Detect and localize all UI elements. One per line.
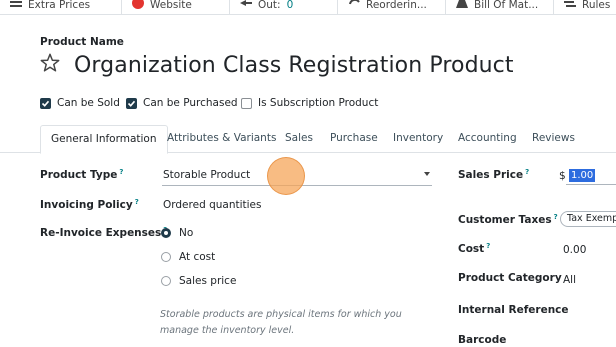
rules-icon xyxy=(564,0,576,10)
radio-option-at-cost[interactable]: At cost xyxy=(161,251,215,263)
smart-button-label: Reorderin... xyxy=(366,0,427,11)
smart-button-value: 0 xyxy=(286,0,294,11)
product-category-label: Product Category xyxy=(458,272,562,284)
tax-tag-badge[interactable]: Tax Exempt xyxy=(560,211,616,227)
product-name-label: Product Name xyxy=(40,36,124,48)
field-label-text: Product Type xyxy=(40,169,118,181)
tab-accounting[interactable]: Accounting xyxy=(458,132,517,144)
smart-button-reordering[interactable]: Reorderin... xyxy=(338,0,446,14)
cost-value[interactable]: 0.00 xyxy=(563,244,586,256)
currency-symbol: $ xyxy=(559,170,566,182)
sales-price-value[interactable]: 1.00 xyxy=(569,169,596,182)
checkbox-label: Is Subscription Product xyxy=(258,97,379,109)
checkbox-is-subscription[interactable]: Is Subscription Product xyxy=(241,97,378,109)
tab-reviews[interactable]: Reviews xyxy=(532,132,575,144)
field-label-text: Cost xyxy=(458,243,485,255)
chevron-down-icon[interactable] xyxy=(424,172,430,176)
radio-label: No xyxy=(179,227,194,239)
radio-unselected-icon[interactable] xyxy=(161,252,171,262)
field-label-text: Invoicing Policy xyxy=(40,199,133,211)
tab-inventory[interactable]: Inventory xyxy=(393,132,443,144)
help-marker[interactable]: ? xyxy=(486,242,490,250)
checkbox-can-be-sold[interactable]: Can be Sold xyxy=(40,97,120,109)
checkbox-checked-icon[interactable] xyxy=(126,97,137,109)
help-marker[interactable]: ? xyxy=(554,213,558,221)
customer-taxes-label: Customer Taxes? xyxy=(458,213,558,226)
smart-button-out[interactable]: Out: 0 xyxy=(230,0,338,14)
product-type-value: Storable Product xyxy=(163,169,251,181)
help-marker[interactable]: ? xyxy=(525,168,529,176)
product-type-label: Product Type? xyxy=(40,168,123,181)
checkbox-label: Can be Sold xyxy=(57,97,120,109)
checkbox-unchecked-icon[interactable] xyxy=(241,97,252,109)
smart-button-bill-of-materials[interactable]: Bill Of Mat... xyxy=(446,0,554,14)
refresh-icon xyxy=(348,0,360,10)
arrow-left-icon xyxy=(240,0,252,10)
checkbox-checked-icon[interactable] xyxy=(40,97,51,109)
smart-button-label: Rules xyxy=(582,0,611,11)
product-type-help-text: Storable products are physical items for… xyxy=(160,309,402,336)
list-icon xyxy=(10,0,22,10)
smart-button-label: Website xyxy=(150,0,192,11)
flask-icon xyxy=(456,0,468,10)
internal-reference-label: Internal Reference xyxy=(458,304,569,316)
tab-general-information[interactable]: General Information xyxy=(40,125,168,154)
radio-unselected-icon[interactable] xyxy=(161,276,171,286)
radio-option-no[interactable]: No xyxy=(161,227,193,239)
smart-button-label: Extra Prices xyxy=(28,0,91,11)
smart-button-rules[interactable]: Rules xyxy=(554,0,616,14)
radio-label: Sales price xyxy=(179,275,237,287)
help-marker[interactable]: ? xyxy=(135,198,139,206)
tab-purchase[interactable]: Purchase xyxy=(330,132,378,144)
product-category-value[interactable]: All xyxy=(563,274,576,286)
reinvoice-expenses-label: Re-Invoice Expenses? xyxy=(40,226,167,239)
help-marker[interactable]: ? xyxy=(119,168,123,176)
smart-button-extra-prices[interactable]: Extra Prices xyxy=(0,0,122,14)
smart-button-label: Out: xyxy=(258,0,281,11)
invoicing-policy-value[interactable]: Ordered quantities xyxy=(163,199,261,211)
product-name-field[interactable]: Organization Class Registration Product xyxy=(74,53,514,78)
tab-attributes-variants[interactable]: Attributes & Variants xyxy=(167,132,276,144)
sales-price-label: Sales Price? xyxy=(458,168,529,181)
checkbox-label: Can be Purchased xyxy=(143,97,238,109)
product-form-sheet: Product Name Organization Class Registra… xyxy=(0,15,616,347)
tab-sales[interactable]: Sales xyxy=(285,132,313,144)
smart-button-label: Bill Of Mat... xyxy=(474,0,539,11)
smart-button-bar: Extra Prices Website Out: 0 Reorderin...… xyxy=(0,0,616,15)
checkbox-can-be-purchased[interactable]: Can be Purchased xyxy=(126,97,238,109)
invoicing-policy-label: Invoicing Policy? xyxy=(40,198,139,211)
radio-label: At cost xyxy=(179,251,216,263)
notebook-tabs: General Information Attributes & Variant… xyxy=(0,125,616,154)
star-icon[interactable] xyxy=(39,52,61,74)
globe-icon xyxy=(132,0,144,10)
field-label-text: Customer Taxes xyxy=(458,214,552,226)
radio-selected-icon[interactable] xyxy=(161,228,171,238)
field-label-text: Re-Invoice Expenses xyxy=(40,227,162,239)
cost-label: Cost? xyxy=(458,242,490,255)
sales-price-input[interactable]: 1.00 xyxy=(566,169,616,185)
field-label-text: Sales Price xyxy=(458,169,524,181)
cursor-highlight xyxy=(267,157,305,195)
barcode-label: Barcode xyxy=(458,334,507,346)
radio-option-sales-price[interactable]: Sales price xyxy=(161,275,236,287)
smart-button-website[interactable]: Website xyxy=(122,0,230,14)
